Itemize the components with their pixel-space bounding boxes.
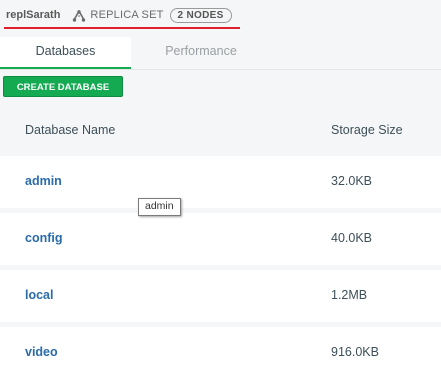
replica-set-label: REPLICA SET bbox=[90, 9, 164, 21]
cluster-header: replSarath REPLICA SET 2 NODES bbox=[0, 0, 441, 32]
header-underline bbox=[4, 27, 240, 29]
tab-bar: Databases Performance bbox=[0, 37, 441, 70]
table-row: admin 32.0KB bbox=[0, 156, 441, 208]
table-row: video 916.0KB bbox=[0, 327, 441, 379]
tab-performance[interactable]: Performance bbox=[131, 37, 271, 67]
tab-databases[interactable]: Databases bbox=[0, 37, 131, 70]
replica-set-icon bbox=[72, 9, 86, 22]
tabs-divider bbox=[0, 69, 441, 70]
storage-size: 1.2MB bbox=[331, 288, 368, 302]
storage-size: 916.0KB bbox=[331, 345, 379, 359]
nodes-badge: 2 NODES bbox=[169, 7, 232, 23]
hover-tooltip: admin bbox=[138, 198, 181, 216]
storage-size: 32.0KB bbox=[331, 174, 373, 188]
table-header: Database Name Storage Size bbox=[0, 103, 441, 153]
cluster-name[interactable]: replSarath bbox=[6, 9, 60, 21]
database-name-link[interactable]: config bbox=[25, 231, 63, 245]
table-row: local 1.2MB bbox=[0, 270, 441, 322]
database-name-link[interactable]: video bbox=[25, 345, 58, 359]
storage-size: 40.0KB bbox=[331, 231, 373, 245]
create-database-button[interactable]: CREATE DATABASE bbox=[3, 76, 123, 97]
database-name-link[interactable]: admin bbox=[25, 174, 62, 188]
column-header-storage-size[interactable]: Storage Size bbox=[331, 123, 403, 137]
column-header-database-name[interactable]: Database Name bbox=[25, 123, 115, 137]
table-row: config 40.0KB bbox=[0, 213, 441, 265]
database-name-link[interactable]: local bbox=[25, 288, 54, 302]
